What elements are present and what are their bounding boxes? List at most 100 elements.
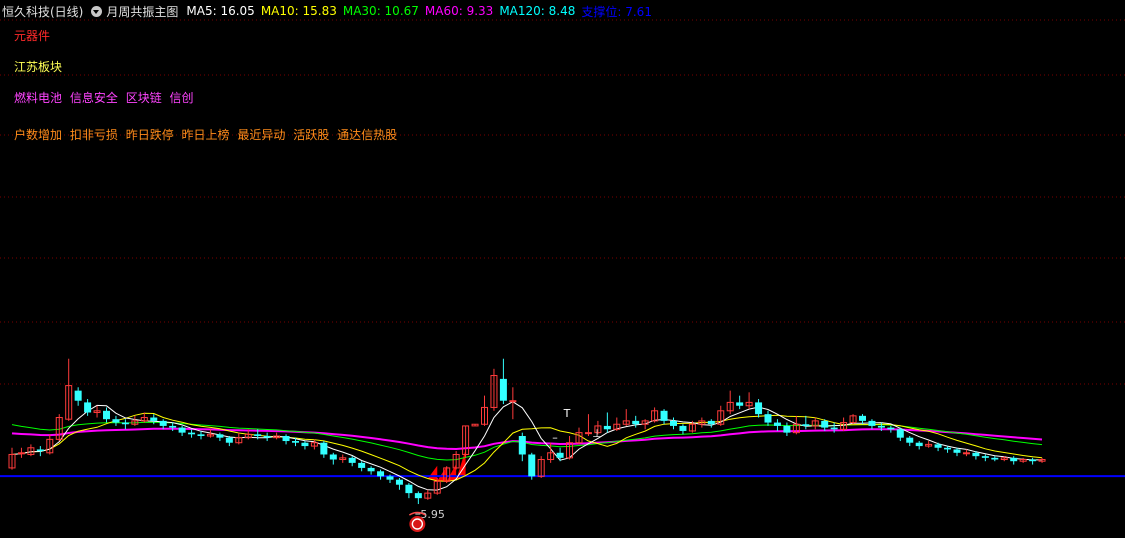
tag-item[interactable]: 元器件 bbox=[14, 29, 50, 43]
candle-down bbox=[225, 437, 233, 443]
candle-down bbox=[74, 390, 82, 401]
moving-average-lines bbox=[0, 401, 1125, 491]
candle-down bbox=[292, 441, 299, 443]
tag-item[interactable]: 信息安全 bbox=[70, 91, 118, 105]
ma5-value: MA5: 16.05 bbox=[186, 4, 255, 18]
candle-up bbox=[962, 452, 970, 455]
candle-down bbox=[679, 425, 687, 431]
candle-down bbox=[320, 442, 328, 455]
candle-down bbox=[499, 378, 507, 401]
ma10-value: MA10: 15.83 bbox=[260, 4, 337, 18]
candle-down bbox=[150, 417, 158, 421]
tag-item[interactable]: 扣非亏损 bbox=[70, 128, 118, 142]
candle-down bbox=[707, 420, 715, 425]
candle-down bbox=[386, 476, 394, 480]
tag-item[interactable]: 户数增加 bbox=[14, 128, 62, 142]
dropdown-icon[interactable] bbox=[91, 5, 103, 17]
concept-tags: 燃料电池 信息安全 区块链 信创 bbox=[14, 89, 198, 106]
candle-down bbox=[121, 422, 129, 425]
tag-item[interactable]: 昨日上榜 bbox=[182, 128, 230, 142]
candle-down bbox=[188, 432, 196, 435]
candle-down bbox=[877, 425, 885, 428]
candle-down bbox=[216, 434, 224, 438]
candle-up bbox=[509, 400, 517, 403]
candle-down bbox=[367, 467, 375, 472]
tag-item[interactable]: 最近异动 bbox=[237, 128, 285, 142]
candle-down bbox=[197, 434, 205, 436]
candle-down bbox=[944, 447, 952, 450]
candle-down bbox=[348, 457, 356, 463]
candle-down bbox=[178, 427, 186, 433]
candle-down bbox=[802, 424, 810, 426]
region-tag: 江苏板块 bbox=[14, 58, 66, 75]
candle-down bbox=[112, 419, 120, 423]
candle-down bbox=[263, 436, 271, 438]
candle-down bbox=[783, 425, 791, 433]
indicator-name[interactable]: 月周共振主图 bbox=[106, 3, 178, 20]
candle-down bbox=[405, 484, 413, 494]
candle-down bbox=[736, 402, 744, 406]
candle-down bbox=[282, 436, 290, 442]
candle-down bbox=[395, 479, 403, 485]
signal-mark: ⊥ bbox=[592, 427, 602, 440]
candle-down bbox=[84, 402, 92, 413]
candle-down bbox=[414, 493, 422, 499]
chart-header: 恒久科技(日线) 月周共振主图 MA5: 16.05 MA10: 15.83 M… bbox=[2, 2, 658, 20]
candle-down bbox=[859, 415, 866, 421]
tag-item[interactable]: 区块链 bbox=[126, 91, 162, 105]
candle-down bbox=[953, 449, 961, 453]
candle-down bbox=[603, 425, 611, 430]
candle-down bbox=[896, 429, 904, 438]
candle-down bbox=[764, 414, 772, 423]
candle-down bbox=[377, 471, 385, 477]
candle-down bbox=[906, 437, 914, 443]
candle-up bbox=[17, 452, 25, 455]
candle-down bbox=[169, 425, 177, 428]
candle-down bbox=[159, 420, 167, 426]
candle-down bbox=[934, 444, 942, 448]
candle-down bbox=[868, 420, 876, 426]
candle-down bbox=[660, 410, 668, 421]
candle-down bbox=[1010, 457, 1018, 462]
candle-down bbox=[36, 449, 44, 452]
signal-marks: T ⊥ – bbox=[415, 407, 602, 515]
candle-down bbox=[773, 422, 781, 426]
candle-down bbox=[991, 457, 999, 460]
industry-tag: 元器件 bbox=[14, 27, 54, 44]
candle-down bbox=[915, 442, 923, 447]
tag-item[interactable]: 江苏板块 bbox=[14, 60, 62, 74]
ma60-value: MA60: 9.33 bbox=[424, 4, 494, 18]
candle-down bbox=[329, 454, 337, 460]
signal-mark: T bbox=[563, 407, 571, 420]
tag-item[interactable]: 燃料电池 bbox=[14, 91, 62, 105]
tag-item[interactable]: 活跃股 bbox=[293, 128, 329, 142]
candle-down bbox=[1029, 459, 1037, 462]
candle-down bbox=[981, 456, 989, 458]
grid-lines bbox=[0, 19, 1125, 385]
signal-mark: – bbox=[552, 431, 558, 444]
candle-down bbox=[358, 462, 366, 468]
candle-down bbox=[670, 420, 677, 426]
candle-down bbox=[518, 436, 526, 455]
candle-down bbox=[632, 420, 640, 425]
candlestick-chart: T⊥– 5.95 bbox=[0, 19, 1125, 532]
feature-tags: 户数增加 扣非亏损 昨日跌停 昨日上榜 最近异动 活跃股 通达信热股 bbox=[14, 126, 401, 143]
candle-down bbox=[887, 427, 895, 430]
candle-down bbox=[301, 442, 309, 447]
candle-down bbox=[556, 452, 564, 458]
candle-down bbox=[830, 427, 838, 430]
candle-down bbox=[254, 434, 262, 436]
candle-down bbox=[972, 452, 980, 457]
candle-up bbox=[584, 432, 592, 435]
candle-down bbox=[528, 454, 536, 477]
tag-item[interactable]: 昨日跌停 bbox=[126, 128, 174, 142]
candle-down bbox=[103, 410, 110, 420]
tag-item[interactable]: 信创 bbox=[170, 91, 194, 105]
ma30-value: MA30: 10.67 bbox=[342, 4, 419, 18]
stock-title[interactable]: 恒久科技(日线) bbox=[2, 3, 83, 20]
support-value: 支撑位: 7.61 bbox=[581, 4, 652, 19]
tag-item[interactable]: 通达信热股 bbox=[337, 128, 397, 142]
ma120-value: MA120: 8.48 bbox=[499, 4, 576, 18]
candle-down bbox=[755, 402, 763, 415]
candle-down bbox=[821, 420, 829, 428]
